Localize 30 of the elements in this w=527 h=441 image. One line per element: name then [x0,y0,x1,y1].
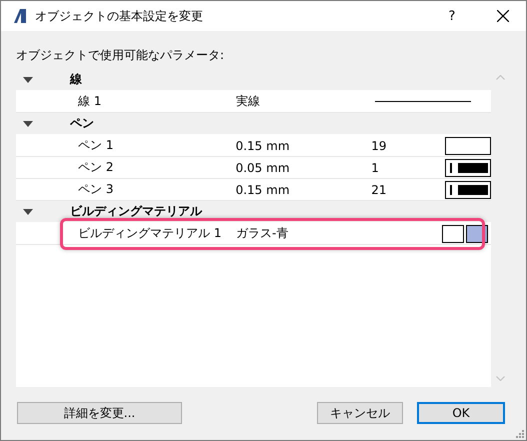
close-icon[interactable] [497,10,509,22]
dialog-button[interactable]: OK [417,402,505,424]
collapse-icon[interactable] [23,76,33,82]
pen-number: 19 [371,138,388,152]
help-button[interactable]: ? [432,8,472,24]
parameter-value: 実線 [236,93,261,110]
window-title: オブジェクトの基本設定を変更 [35,8,204,24]
parameter-name: ペン 3 [78,181,114,198]
group-header[interactable]: 線 [16,69,491,91]
pen-number: 1 [371,160,380,174]
group-header[interactable]: ペン [16,113,491,135]
parameter-name: 線 1 [78,93,102,110]
fill-swatch [442,224,464,242]
parameter-value: ガラス-青 [236,225,290,242]
dialog-button[interactable]: 詳細を変更... [17,402,182,424]
collapse-icon[interactable] [23,120,33,126]
app-logo-icon [13,8,27,24]
list-label: オブジェクトで使用可能なパラメータ: [16,47,226,64]
parameter-value: 0.05 mm [236,160,291,174]
pen-number: 21 [371,182,388,196]
collapse-icon[interactable] [23,208,33,214]
parameter-name: ペン 2 [78,159,114,176]
dialog-button[interactable]: キャンセル [317,402,403,424]
parameter-value: 0.15 mm [236,182,291,196]
pen-swatch [445,180,491,198]
parameter-name: ペン 1 [78,137,114,154]
resize-grip-icon[interactable] [515,429,524,438]
parameter-value: 0.15 mm [236,138,291,152]
parameter-name: ビルディングマテリアル 1 [78,225,222,242]
pen-swatch [445,158,491,176]
